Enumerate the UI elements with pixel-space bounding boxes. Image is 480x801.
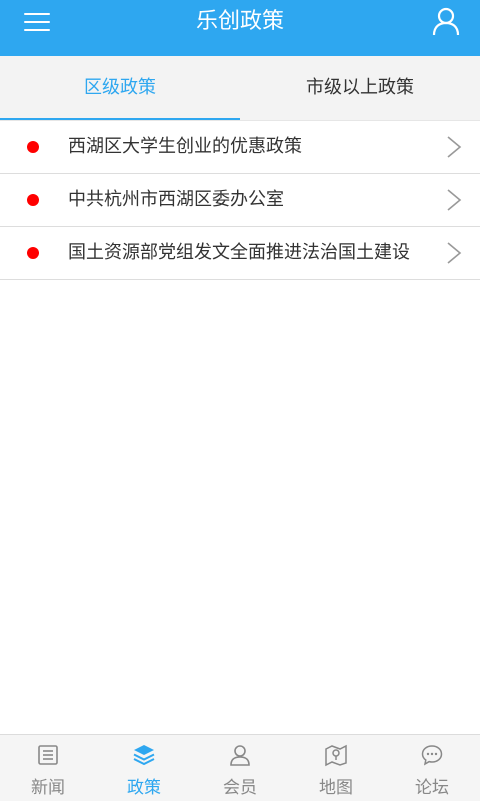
app-header: 乐创政策 xyxy=(0,0,480,56)
chevron-right-icon xyxy=(447,136,462,158)
tab-city-policy[interactable]: 市级以上政策 xyxy=(240,56,480,120)
list-item[interactable]: 中共杭州市西湖区委办公室 xyxy=(0,174,480,227)
nav-item-news[interactable]: 新闻 xyxy=(0,735,96,801)
bullet-dot xyxy=(27,247,39,259)
chevron-right-icon xyxy=(447,242,462,264)
nav-label-news: 新闻 xyxy=(31,778,65,798)
user-icon[interactable] xyxy=(430,5,462,37)
policy-tabs: 区级政策 市级以上政策 xyxy=(0,56,480,120)
nav-item-member[interactable]: 会员 xyxy=(192,735,288,801)
chevron-right-icon xyxy=(447,189,462,211)
nav-label-map: 地图 xyxy=(319,778,353,798)
nav-item-forum[interactable]: 论坛 xyxy=(384,735,480,801)
layers-icon xyxy=(133,745,155,766)
list-item-title: 中共杭州市西湖区委办公室 xyxy=(68,189,284,210)
chat-icon xyxy=(421,745,443,766)
nav-item-policy[interactable]: 政策 xyxy=(96,735,192,801)
list-item-title: 国土资源部党组发文全面推进法治国土建设 xyxy=(68,242,410,263)
nav-label-policy: 政策 xyxy=(127,778,161,798)
bullet-dot xyxy=(27,194,39,206)
page-title: 乐创政策 xyxy=(195,9,284,34)
nav-item-map[interactable]: 地图 xyxy=(288,735,384,801)
list-item[interactable]: 国土资源部党组发文全面推进法治国土建设 xyxy=(0,227,480,280)
nav-label-member: 会员 xyxy=(223,778,257,798)
list-item[interactable]: 西湖区大学生创业的优惠政策 xyxy=(0,121,480,174)
policy-list: 西湖区大学生创业的优惠政策 中共杭州市西湖区委办公室 国土资源部党组发文全面推进… xyxy=(0,120,480,280)
bottom-nav: 新闻 政策 会员 地图 论坛 xyxy=(0,734,480,801)
news-icon xyxy=(38,745,58,765)
tab-district-policy[interactable]: 区级政策 xyxy=(0,56,240,120)
bullet-dot xyxy=(27,141,39,153)
nav-label-forum: 论坛 xyxy=(415,778,449,798)
member-icon xyxy=(230,745,250,766)
list-item-title: 西湖区大学生创业的优惠政策 xyxy=(68,136,302,157)
map-icon xyxy=(325,744,347,767)
